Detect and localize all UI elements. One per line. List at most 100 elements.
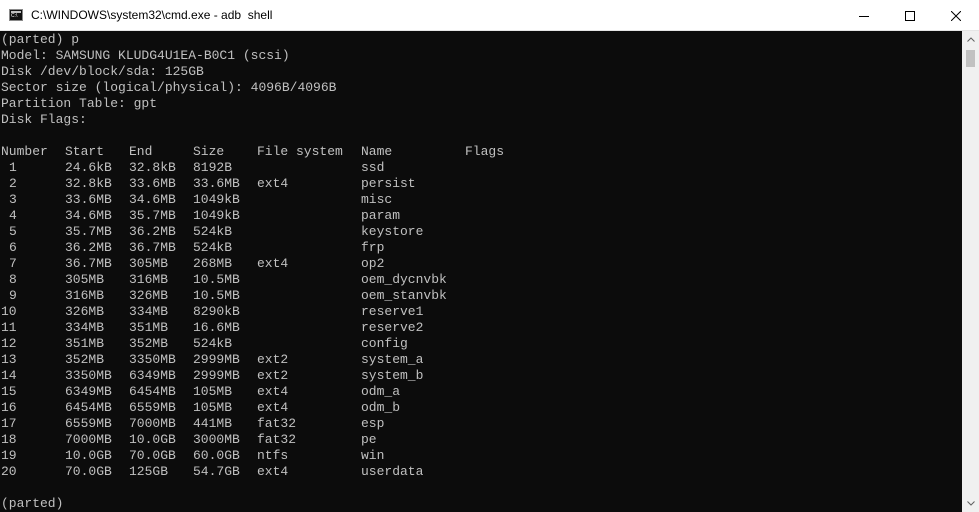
cell-end: 35.7MB [129, 208, 176, 223]
cell-name: system_a [361, 352, 424, 367]
cell-start: 6454MB [65, 400, 112, 415]
cell-end: 34.6MB [129, 192, 176, 207]
cell-number: 3 [9, 192, 17, 207]
cell-start: 70.0GB [65, 464, 112, 479]
cell-file-system: fat32 [257, 416, 297, 431]
cell-number: 7 [9, 256, 17, 271]
cell-size: 8192B [193, 160, 233, 175]
close-icon [951, 10, 961, 21]
cell-name: op2 [361, 256, 385, 271]
cell-size: 524kB [193, 336, 233, 351]
cell-end: 70.0GB [129, 448, 176, 463]
cell-name: keystore [361, 224, 424, 239]
cell-number: 15 [1, 384, 17, 399]
cell-start: 305MB [65, 272, 105, 287]
scroll-up-arrow-icon [966, 37, 975, 42]
column-header-end: End [129, 144, 153, 159]
console-output[interactable]: (parted) p Model: SAMSUNG KLUDG4U1EA-B0C… [0, 31, 962, 512]
cell-start: 352MB [65, 352, 105, 367]
cell-end: 351MB [129, 320, 169, 335]
cell-end: 7000MB [129, 416, 176, 431]
close-button[interactable] [933, 0, 979, 31]
minimize-button[interactable] [841, 0, 887, 31]
cell-start: 10.0GB [65, 448, 112, 463]
cell-start: 33.6MB [65, 192, 112, 207]
cell-end: 3350MB [129, 352, 176, 367]
cell-number: 10 [1, 304, 17, 319]
cell-number: 18 [1, 432, 17, 447]
cell-number: 13 [1, 352, 17, 367]
cell-size: 441MB [193, 416, 233, 431]
cell-end: 305MB [129, 256, 169, 271]
cell-name: misc [361, 192, 393, 207]
disk-size-line: Disk /dev/block/sda: 125GB [1, 64, 204, 79]
cell-size: 54.7GB [193, 464, 240, 479]
cell-file-system: fat32 [257, 432, 297, 447]
vertical-scrollbar[interactable] [962, 31, 979, 512]
cell-number: 5 [9, 224, 17, 239]
cell-size: 16.6MB [193, 320, 240, 335]
cell-start: 32.8kB [65, 176, 112, 191]
column-header-start: Start [65, 144, 105, 159]
scroll-thumb[interactable] [966, 50, 975, 67]
cell-name: frp [361, 240, 385, 255]
cell-end: 316MB [129, 272, 169, 287]
cell-file-system: ext4 [257, 256, 289, 271]
cell-file-system: ext2 [257, 368, 289, 383]
cell-number: 1 [9, 160, 17, 175]
cmd-console-icon [9, 9, 23, 21]
maximize-icon [905, 10, 915, 21]
disk-model-line: Model: SAMSUNG KLUDG4U1EA-B0C1 (scsi) [1, 48, 290, 63]
scroll-down-button[interactable] [962, 495, 979, 512]
cell-number: 17 [1, 416, 17, 431]
cell-size: 2999MB [193, 368, 240, 383]
cell-start: 334MB [65, 320, 105, 335]
cell-end: 36.7MB [129, 240, 176, 255]
cell-name: odm_a [361, 384, 401, 399]
scroll-up-button[interactable] [962, 31, 979, 48]
cell-number: 9 [9, 288, 17, 303]
cell-file-system: ext4 [257, 400, 289, 415]
cell-end: 326MB [129, 288, 169, 303]
cell-name: win [361, 448, 385, 463]
title-bar[interactable]: C:\WINDOWS\system32\cmd.exe - adb shell [0, 0, 979, 31]
cell-name: esp [361, 416, 385, 431]
cell-number: 16 [1, 400, 17, 415]
cell-end: 334MB [129, 304, 169, 319]
cell-start: 6349MB [65, 384, 112, 399]
prompt-line: (parted) [1, 496, 64, 511]
cell-end: 6454MB [129, 384, 176, 399]
cell-size: 105MB [193, 400, 233, 415]
cell-size: 8290kB [193, 304, 240, 319]
scroll-down-arrow-icon [966, 501, 975, 506]
cell-name: userdata [361, 464, 424, 479]
cell-start: 34.6MB [65, 208, 112, 223]
cell-start: 24.6kB [65, 160, 112, 175]
cell-name: config [361, 336, 408, 351]
cell-file-system: ext4 [257, 464, 289, 479]
cell-start: 36.2MB [65, 240, 112, 255]
sector-size-line: Sector size (logical/physical): 4096B/40… [1, 80, 337, 95]
cell-name: param [361, 208, 401, 223]
cell-size: 1049kB [193, 192, 240, 207]
cell-size: 33.6MB [193, 176, 240, 191]
cell-number: 14 [1, 368, 17, 383]
cell-number: 4 [9, 208, 17, 223]
column-header-file-system: File system [257, 144, 343, 159]
partition-table-line: Partition Table: gpt [1, 96, 158, 111]
maximize-button[interactable] [887, 0, 933, 31]
cell-name: persist [361, 176, 416, 191]
cell-end: 32.8kB [129, 160, 176, 175]
column-header-name: Name [361, 144, 393, 159]
cell-end: 352MB [129, 336, 169, 351]
cell-number: 11 [1, 320, 17, 335]
cell-number: 6 [9, 240, 17, 255]
cell-file-system: ext2 [257, 352, 289, 367]
cell-start: 6559MB [65, 416, 112, 431]
cell-number: 12 [1, 336, 17, 351]
cell-name: oem_dycnvbk [361, 272, 447, 287]
cell-start: 351MB [65, 336, 105, 351]
cell-file-system: ext4 [257, 176, 289, 191]
cell-size: 60.0GB [193, 448, 240, 463]
command-line: (parted) p [1, 32, 80, 47]
